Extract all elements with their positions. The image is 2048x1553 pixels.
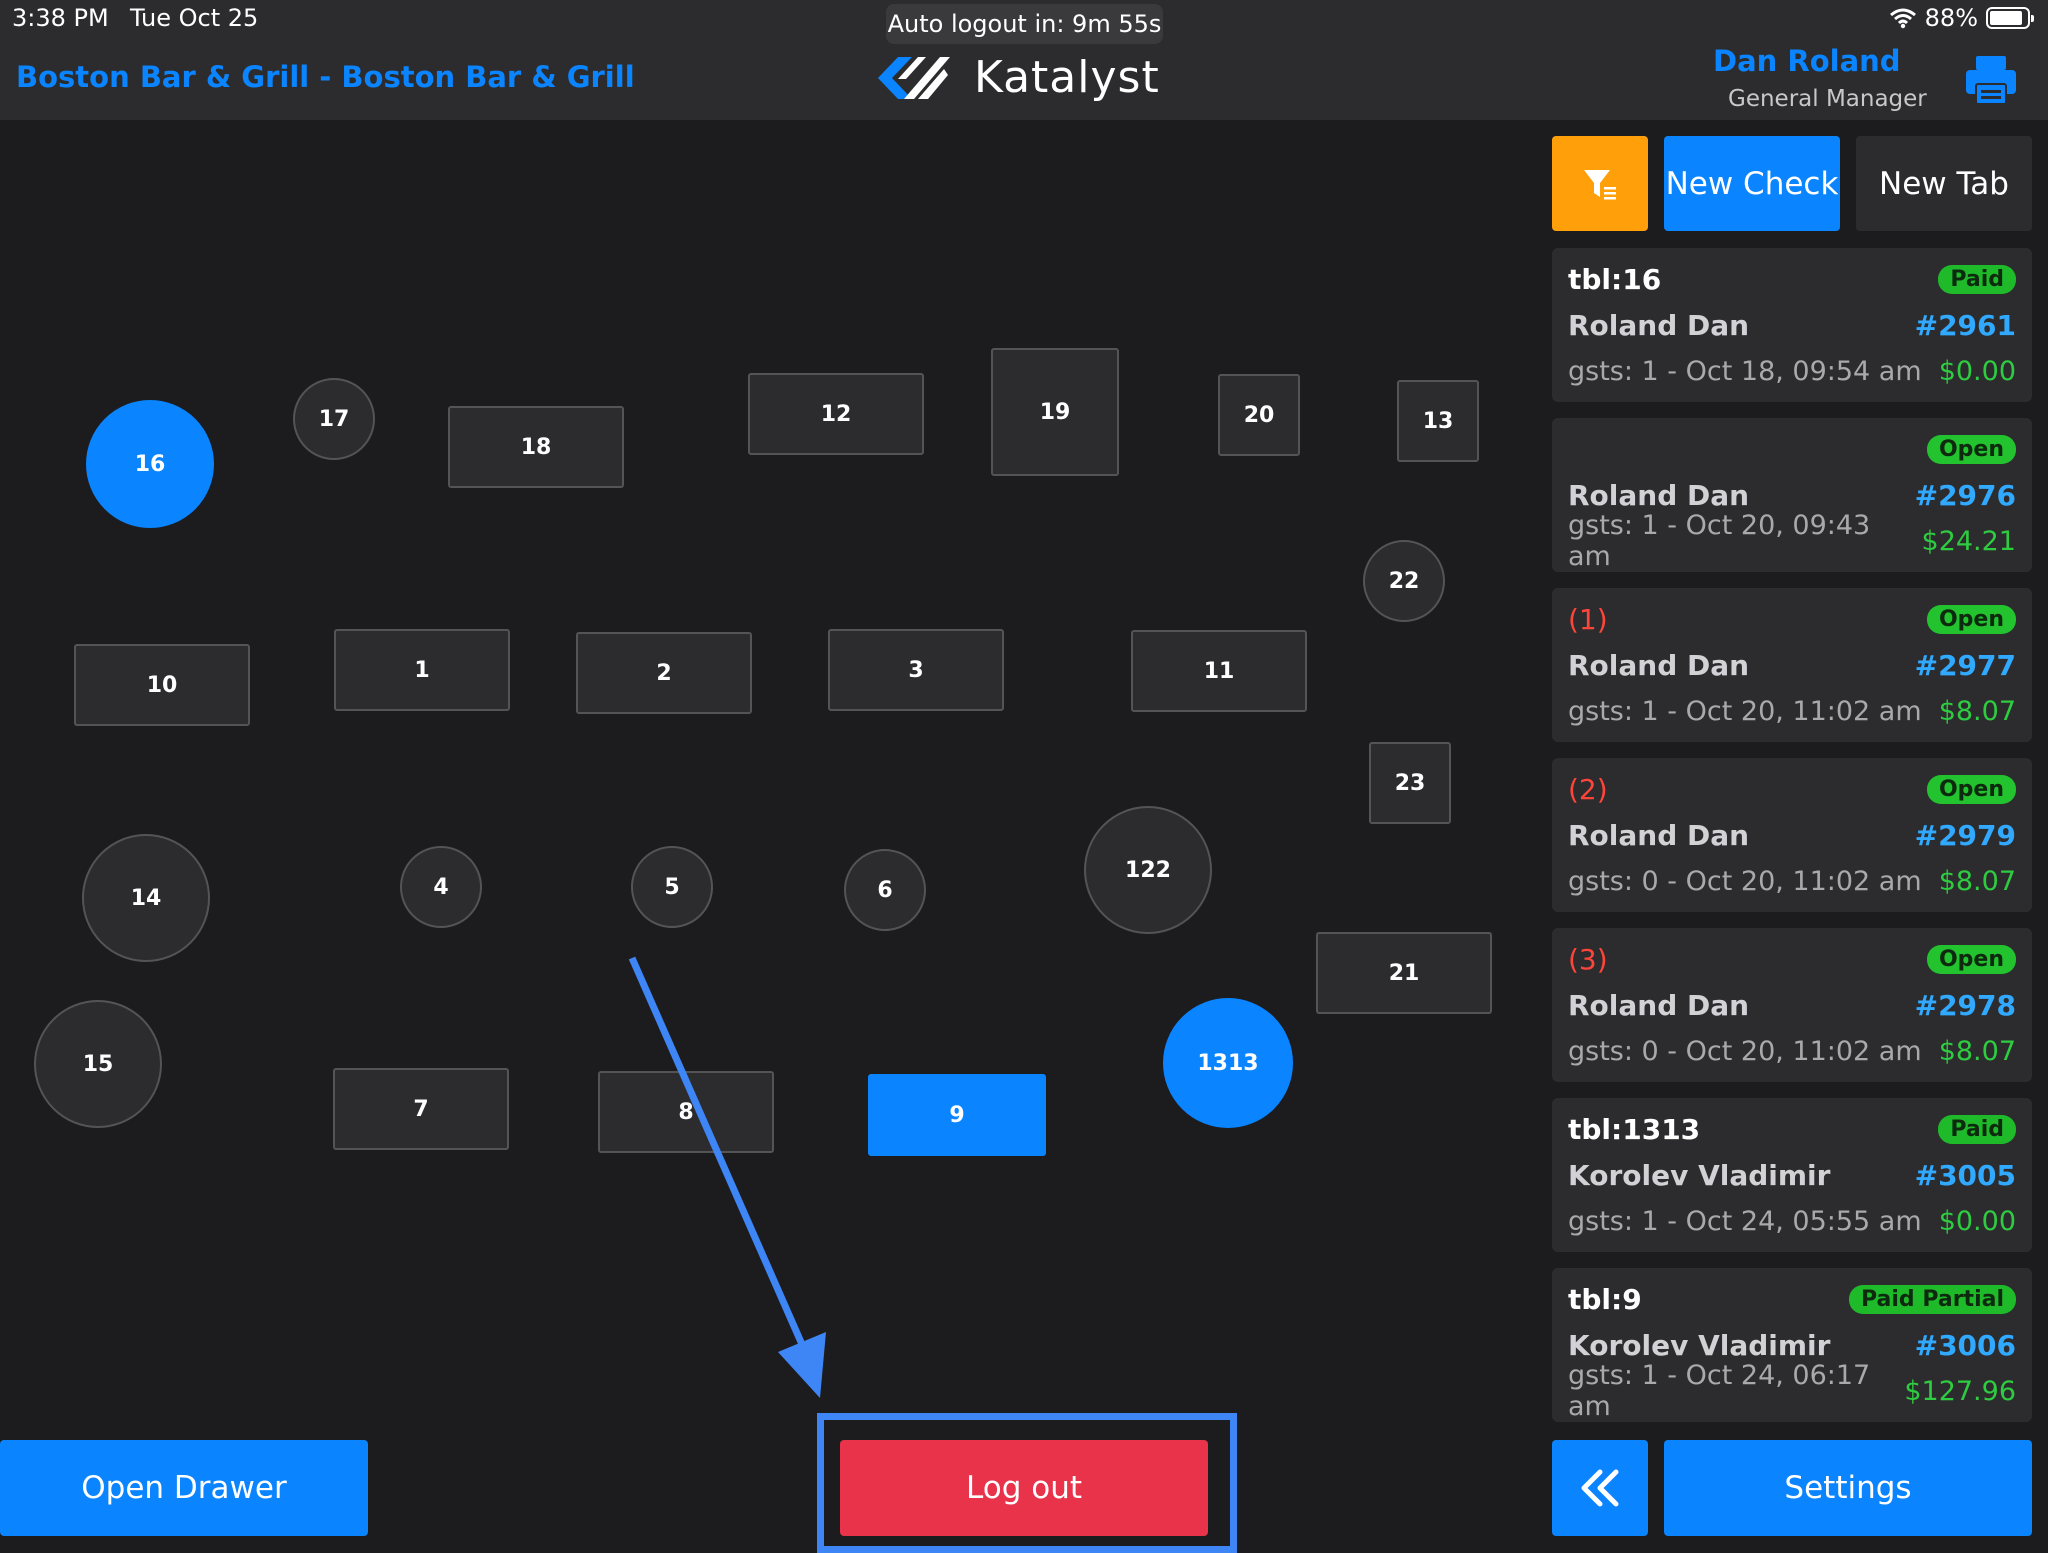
- table-23[interactable]: 23: [1369, 742, 1451, 824]
- table-2[interactable]: 2: [576, 632, 752, 714]
- table-13[interactable]: 13: [1397, 380, 1479, 462]
- check-guests-time: gsts: 0 - Oct 20, 11:02 am: [1568, 1035, 1922, 1067]
- check-card[interactable]: (1) Open Roland Dan #2977 gsts: 1 - Oct 20…: [1552, 588, 2032, 742]
- table-1[interactable]: 1: [334, 629, 510, 711]
- check-number: #2978: [1914, 988, 2016, 1022]
- check-server: Korolev Vladimir: [1568, 1158, 1831, 1192]
- table-10[interactable]: 10: [74, 644, 250, 726]
- check-sequence: (2): [1568, 772, 1608, 806]
- auto-logout-timer: Auto logout in: 9m 55s: [886, 4, 1163, 44]
- check-server: Roland Dan: [1568, 308, 1750, 342]
- check-card[interactable]: (2) Open Roland Dan #2979 gsts: 0 - Oct 20…: [1552, 758, 2032, 912]
- table-8[interactable]: 8: [598, 1071, 774, 1153]
- check-guests-time: gsts: 1 - Oct 24, 05:55 am: [1568, 1205, 1922, 1237]
- double-chevron-left-icon: [1581, 1469, 1619, 1507]
- status-badge: Open: [1926, 434, 2016, 464]
- table-14[interactable]: 14: [82, 834, 210, 962]
- check-guests-time: gsts: 1 - Oct 20, 11:02 am: [1568, 695, 1922, 727]
- check-number: #2961: [1914, 308, 2016, 342]
- check-card[interactable]: tbl:1313 Paid Korolev Vladimir #3005 gsts:…: [1552, 1098, 2032, 1252]
- check-amount: $8.07: [1938, 695, 2016, 727]
- brand-name: Katalyst: [974, 52, 1160, 103]
- user-role: General Manager: [1728, 86, 1927, 112]
- table-3[interactable]: 3: [828, 629, 1004, 711]
- restaurant-name[interactable]: Boston Bar & Grill - Boston Bar & Grill: [16, 60, 635, 94]
- check-number: #2977: [1914, 648, 2016, 682]
- check-amount: $8.07: [1938, 1035, 2016, 1067]
- check-guests-time: gsts: 1 - Oct 24, 06:17 am: [1568, 1360, 1871, 1422]
- table-16[interactable]: 16: [86, 400, 214, 528]
- user-name[interactable]: Dan Roland: [1713, 44, 1901, 78]
- check-amount: $127.96: [1904, 1375, 2016, 1407]
- table-9[interactable]: 9: [868, 1074, 1046, 1156]
- check-table: tbl:1313: [1568, 1112, 1701, 1146]
- check-card[interactable]: (3) Open Roland Dan #2978 gsts: 0 - Oct 20…: [1552, 928, 2032, 1082]
- check-table: tbl:9: [1568, 1282, 1642, 1316]
- settings-button[interactable]: Settings: [1664, 1440, 2032, 1536]
- check-number: #2976: [1914, 478, 2016, 512]
- new-tab-button[interactable]: New Tab: [1856, 136, 2032, 231]
- table-17[interactable]: 17: [293, 378, 375, 460]
- check-server: Roland Dan: [1568, 818, 1750, 852]
- table-1313[interactable]: 1313: [1163, 998, 1293, 1128]
- table-6[interactable]: 6: [844, 849, 926, 931]
- annotation-highlight-box: [817, 1413, 1237, 1553]
- wifi-icon: [1889, 8, 1916, 29]
- check-number: #3005: [1914, 1158, 2016, 1192]
- table-12[interactable]: 12: [748, 373, 924, 455]
- check-server: Roland Dan: [1568, 648, 1750, 682]
- check-guests-time: gsts: 0 - Oct 20, 11:02 am: [1568, 865, 1922, 897]
- check-sequence: (1): [1568, 602, 1608, 636]
- filter-button[interactable]: [1552, 136, 1648, 231]
- table-19[interactable]: 19: [991, 348, 1119, 476]
- check-card[interactable]: tbl:16 Paid Roland Dan #2961 gsts: 1 - Oct…: [1552, 248, 2032, 402]
- check-server: Roland Dan: [1568, 478, 1750, 512]
- check-amount: $24.21: [1921, 525, 2016, 557]
- status-badge: Open: [1926, 774, 2016, 804]
- brand-logo: Katalyst: [878, 52, 1160, 103]
- status-date: Tue Oct 25: [130, 4, 259, 32]
- check-number: #3006: [1914, 1328, 2016, 1362]
- open-drawer-button[interactable]: Open Drawer: [0, 1440, 368, 1536]
- check-sequence: (3): [1568, 942, 1608, 976]
- check-number: #2979: [1914, 818, 2016, 852]
- table-22[interactable]: 22: [1363, 540, 1445, 622]
- check-card[interactable]: tbl:9 Paid Partial Korolev Vladimir #3006 …: [1552, 1268, 2032, 1422]
- status-indicators: 88%: [1889, 4, 2034, 32]
- table-7[interactable]: 7: [333, 1068, 509, 1150]
- table-11[interactable]: 11: [1131, 630, 1307, 712]
- katalyst-logo-icon: [878, 56, 950, 99]
- check-card[interactable]: Open Roland Dan #2976 gsts: 1 - Oct 20, 0…: [1552, 418, 2032, 572]
- battery-percent: 88%: [1924, 4, 1978, 32]
- check-server: Korolev Vladimir: [1568, 1328, 1831, 1362]
- check-guests-time: gsts: 1 - Oct 18, 09:54 am: [1568, 355, 1922, 387]
- table-4[interactable]: 4: [400, 846, 482, 928]
- collapse-button[interactable]: [1552, 1440, 1648, 1536]
- status-badge: Open: [1926, 604, 2016, 634]
- check-amount: $0.00: [1938, 355, 2016, 387]
- status-badge: Paid Partial: [1849, 1284, 2016, 1314]
- table-18[interactable]: 18: [448, 406, 624, 488]
- status-badge: Paid: [1938, 1114, 2016, 1144]
- status-badge: Paid: [1938, 264, 2016, 294]
- table-15[interactable]: 15: [34, 1000, 162, 1128]
- table-20[interactable]: 20: [1218, 374, 1300, 456]
- table-21[interactable]: 21: [1316, 932, 1492, 1014]
- table-5[interactable]: 5: [631, 846, 713, 928]
- check-amount: $8.07: [1938, 865, 2016, 897]
- status-badge: Open: [1926, 944, 2016, 974]
- check-guests-time: gsts: 1 - Oct 20, 09:43 am: [1568, 510, 1871, 572]
- check-table: tbl:16: [1568, 262, 1662, 296]
- new-check-button[interactable]: New Check: [1664, 136, 1840, 231]
- check-server: Roland Dan: [1568, 988, 1750, 1022]
- filter-icon: [1584, 169, 1616, 199]
- check-amount: $0.00: [1938, 1205, 2016, 1237]
- status-time: 3:38 PM: [12, 4, 109, 32]
- table-122[interactable]: 122: [1084, 806, 1212, 934]
- battery-icon: [1986, 7, 2034, 29]
- printer-icon[interactable]: [1964, 54, 2018, 106]
